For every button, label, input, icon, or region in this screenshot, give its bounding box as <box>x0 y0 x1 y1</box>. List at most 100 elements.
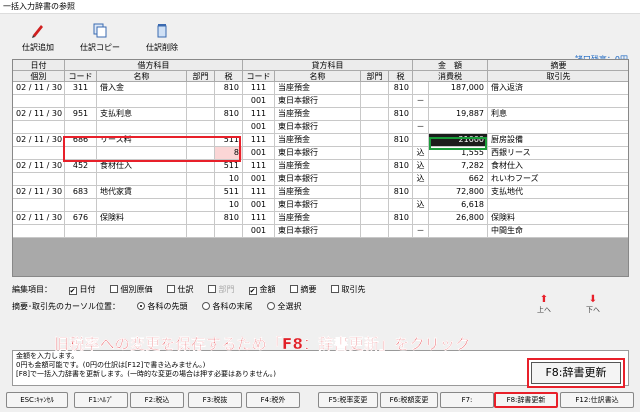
cell-amt-flag2[interactable]: 込 <box>413 147 429 160</box>
cell-d-dept[interactable] <box>187 82 215 95</box>
cell-empty[interactable] <box>97 199 187 212</box>
cell-amt-flag2[interactable]: 込 <box>413 173 429 186</box>
cell-d-code2[interactable] <box>65 121 97 134</box>
cell-amt-flag2[interactable]: － <box>413 225 429 238</box>
cell-empty[interactable] <box>389 199 413 212</box>
cell-d-tax[interactable]: 511 <box>215 186 243 199</box>
cell-empty[interactable] <box>13 121 65 134</box>
cell-empty[interactable] <box>389 95 413 108</box>
cell-summary2[interactable] <box>488 95 628 108</box>
cell-empty[interactable] <box>389 121 413 134</box>
edit-item-checkbox[interactable]: 仕訳 <box>166 284 194 295</box>
edit-item-checkbox[interactable]: 摘要 <box>289 284 317 295</box>
cell-amount2[interactable] <box>429 121 488 134</box>
cell-empty[interactable] <box>361 225 389 238</box>
cell-empty[interactable] <box>361 147 389 160</box>
cell-empty[interactable] <box>389 173 413 186</box>
cell-c-code[interactable]: 111 <box>243 134 275 147</box>
fkey-button-3[interactable]: F2:税込 <box>130 392 184 408</box>
cell-empty[interactable] <box>97 173 187 186</box>
edit-item-checkbox[interactable]: ✔ 金額 <box>248 284 276 295</box>
cell-amt-flag[interactable] <box>413 82 429 95</box>
cell-d-tax[interactable]: 810 <box>215 212 243 225</box>
cell-date[interactable]: 02 / 11 / 30 <box>13 134 65 147</box>
cell-c-code2[interactable]: 001 <box>243 225 275 238</box>
fkey-button-9[interactable]: F8:辞書更新 <box>494 392 558 408</box>
cell-d-tax[interactable]: 810 <box>215 82 243 95</box>
cell-c-name[interactable]: 当座預金 <box>275 160 361 173</box>
cell-empty[interactable] <box>13 199 65 212</box>
cell-summary2[interactable]: 中間生命 <box>488 225 628 238</box>
delete-entry-button[interactable]: 仕訳削除 <box>132 22 192 53</box>
cell-d-name[interactable]: 保険料 <box>97 212 187 225</box>
cell-empty[interactable] <box>13 95 65 108</box>
cell-c-code2[interactable]: 001 <box>243 147 275 160</box>
radio-dot[interactable] <box>201 302 210 310</box>
move-down-button[interactable]: ⬇ 下へ <box>581 294 605 315</box>
cell-empty[interactable] <box>361 121 389 134</box>
cell-c-code[interactable]: 111 <box>243 108 275 121</box>
checkbox-box[interactable] <box>109 285 118 293</box>
edit-item-checkbox[interactable]: 部門 <box>207 284 235 295</box>
cell-c-name[interactable]: 当座預金 <box>275 82 361 95</box>
cell-amount[interactable]: 26,800 <box>429 212 488 225</box>
cell-c-dept[interactable] <box>361 160 389 173</box>
cell-c-tax[interactable]: 810 <box>389 186 413 199</box>
edit-item-checkbox[interactable]: ✔ 日付 <box>68 284 96 295</box>
cell-empty[interactable] <box>187 225 215 238</box>
checkbox-box[interactable] <box>289 285 298 293</box>
cell-d-code2[interactable] <box>65 225 97 238</box>
cell-amount[interactable]: 187,000 <box>429 82 488 95</box>
cell-amount[interactable]: 72,800 <box>429 186 488 199</box>
cell-amt-flag[interactable] <box>413 134 429 147</box>
cell-date[interactable]: 02 / 11 / 30 <box>13 82 65 95</box>
cell-d-tax2[interactable]: 10 <box>215 199 243 212</box>
checkbox-box[interactable]: ✔ <box>68 287 77 295</box>
cell-amt-flag[interactable] <box>413 108 429 121</box>
cell-c-code2[interactable]: 001 <box>243 121 275 134</box>
cell-amount2[interactable] <box>429 225 488 238</box>
cell-d-code2[interactable] <box>65 95 97 108</box>
cell-c-dept[interactable] <box>361 134 389 147</box>
cell-empty[interactable] <box>389 147 413 160</box>
cell-empty[interactable] <box>187 199 215 212</box>
cell-empty[interactable] <box>13 225 65 238</box>
cell-summary[interactable]: 利息 <box>488 108 628 121</box>
copy-entry-button[interactable]: 仕訳コピー <box>70 22 130 53</box>
cell-c-dept[interactable] <box>361 212 389 225</box>
fkey-button-8[interactable]: F7: <box>440 392 494 408</box>
cell-summary[interactable]: 食材仕入 <box>488 160 628 173</box>
cell-date[interactable]: 02 / 11 / 30 <box>13 108 65 121</box>
radio-dot[interactable] <box>136 302 145 310</box>
fkey-button-2[interactable]: F1:ﾍﾙﾌﾟ <box>74 392 128 408</box>
cell-amount2[interactable]: 662 <box>429 173 488 186</box>
cell-summary[interactable]: 保険料 <box>488 212 628 225</box>
cell-empty[interactable] <box>187 173 215 186</box>
cursor-position-radio[interactable]: 全選択 <box>266 301 302 312</box>
cell-amount[interactable]: 19,887 <box>429 108 488 121</box>
cell-empty[interactable] <box>187 121 215 134</box>
cell-c-tax[interactable]: 810 <box>389 82 413 95</box>
fkey-button-10[interactable]: F12:仕訳書込 <box>560 392 634 408</box>
cell-c-tax[interactable]: 810 <box>389 160 413 173</box>
cell-amt-flag2[interactable]: 込 <box>413 199 429 212</box>
cell-amount[interactable]: 7,282 <box>429 160 488 173</box>
cell-empty[interactable] <box>389 225 413 238</box>
cell-c-name[interactable]: 当座預金 <box>275 134 361 147</box>
cell-date[interactable]: 02 / 11 / 30 <box>13 212 65 225</box>
cell-d-code[interactable]: 683 <box>65 186 97 199</box>
edit-item-checkbox[interactable]: 取引先 <box>330 284 366 295</box>
cell-c-name2[interactable]: 東日本銀行 <box>275 199 361 212</box>
cell-c-tax[interactable]: 810 <box>389 212 413 225</box>
cell-summary[interactable]: 厨房設備 <box>488 134 628 147</box>
cell-d-code[interactable]: 676 <box>65 212 97 225</box>
cell-date[interactable]: 02 / 11 / 30 <box>13 160 65 173</box>
cell-d-name[interactable]: 地代家賃 <box>97 186 187 199</box>
cell-c-name2[interactable]: 東日本銀行 <box>275 121 361 134</box>
cell-empty[interactable] <box>13 147 65 160</box>
cell-c-name2[interactable]: 東日本銀行 <box>275 225 361 238</box>
cell-c-dept[interactable] <box>361 186 389 199</box>
cell-empty[interactable] <box>361 199 389 212</box>
cell-amt-flag2[interactable]: － <box>413 95 429 108</box>
edit-item-checkbox[interactable]: 個別原価 <box>109 284 153 295</box>
